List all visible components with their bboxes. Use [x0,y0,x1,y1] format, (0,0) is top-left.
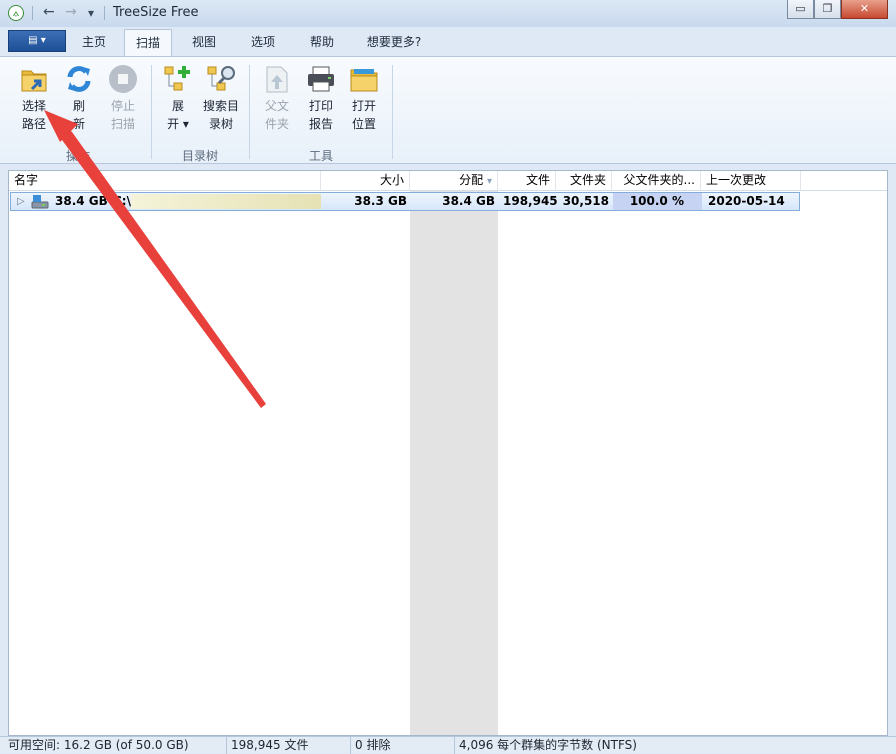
title-separator [32,6,33,20]
back-arrow-icon[interactable]: ← [43,4,55,20]
sort-descending-icon: ▾ [486,176,492,187]
title-bar: ⟑ ← → ▾ TreeSize Free ▭ ❐ ✕ [0,0,896,27]
file-menu-button[interactable]: ▤ ▾ [8,30,66,52]
refresh-label-2: 新 [72,117,85,131]
open-location-label-2: 位置 [351,117,376,131]
stop-scan-label-1: 停止 [110,99,135,113]
search-tree-label-2: 录树 [208,117,233,131]
quick-access-menu-icon[interactable]: ▾ [88,6,94,20]
header-divider [9,190,887,191]
row-drive-name: C:\ [113,194,131,208]
column-header-files[interactable]: 文件 [498,171,556,190]
size-cell: 38.3 GB [354,194,407,208]
stop-scan-label-2: 扫描 [110,117,135,131]
size-percent-bar [131,194,321,209]
drive-icon [31,194,49,214]
status-free-space: 可用空间: 16.2 GB (of 50.0 GB) [8,738,189,752]
open-location-button[interactable]: 打开 位置 [343,63,385,133]
parent-folder-icon [261,63,293,95]
restore-button[interactable]: ❐ [814,0,841,19]
expand-row-icon[interactable]: ▷ [17,193,25,210]
column-header-size[interactable]: 大小 [321,171,410,190]
allocated-cell: 38.4 GB [442,194,495,208]
folders-cell: 30,518 [562,194,609,208]
sorted-column-highlight [410,191,498,735]
select-path-button[interactable]: 选择 路径 [12,63,56,133]
directory-tree-list[interactable]: 名字 大小 分配 ▾ 文件 文件夹 父文件夹的... 上一次更改 ▷ 38.4 … [8,170,888,736]
open-folder-icon [348,63,380,95]
forward-arrow-icon[interactable]: → [65,4,77,20]
print-report-label-2: 报告 [308,117,333,131]
column-header-percent-parent[interactable]: 父文件夹的... [612,171,701,190]
expand-tree-icon [162,63,194,95]
window-title: TreeSize Free [113,5,199,20]
parent-folder-label-2: 件夹 [264,117,289,131]
printer-icon [305,63,337,95]
column-header-last-change[interactable]: 上一次更改 [701,171,801,190]
parent-folder-label-1: 父文 [264,99,289,113]
group-label-tree: 目录树 [182,149,219,163]
group-separator [151,65,152,159]
close-button[interactable]: ✕ [841,0,888,19]
table-row[interactable]: ▷ 38.4 GB C:\ 38.3 GB 38.4 GB 198,945 30… [10,192,800,211]
group-separator [392,65,393,159]
minimize-button[interactable]: ▭ [787,0,814,19]
parent-folder-button[interactable]: 父文 件夹 [256,63,298,133]
ribbon-tab-row: ▤ ▾ 主页 扫描 视图 选项 帮助 想要更多? [0,27,896,56]
row-size-label: 38.4 GB [55,194,108,208]
stop-icon [107,63,139,95]
status-excluded: 0 排除 [350,737,454,754]
expand-label-2: 开 ▾ [167,117,189,131]
tab-scan[interactable]: 扫描 [124,29,172,56]
search-tree-icon [205,63,237,95]
group-separator [249,65,250,159]
ribbon-panel: 选择 路径 刷 新 停止 扫描 操作 展 开 ▾ 搜索目 录树 目录树 父文 件… [0,56,896,164]
select-path-label-2: 路径 [21,117,46,131]
refresh-label-1: 刷 [72,99,85,113]
column-header-folders[interactable]: 文件夹 [556,171,612,190]
treesize-app-icon[interactable]: ⟑ [8,5,24,21]
percent-parent-cell: 100.0 % [613,193,702,210]
title-separator [104,6,105,20]
tab-options[interactable]: 选项 [239,29,287,56]
expand-button[interactable]: 展 开 ▾ [158,63,198,133]
search-tree-button[interactable]: 搜索目 录树 [199,63,243,133]
status-cluster-size: 4,096 每个群集的字节数 (NTFS) [454,737,754,754]
refresh-button[interactable]: 刷 新 [62,63,96,133]
column-header-allocated[interactable]: 分配 ▾ [410,171,498,190]
refresh-icon [63,63,95,95]
stop-scan-button[interactable]: 停止 扫描 [101,63,145,133]
print-report-label-1: 打印 [308,99,333,113]
tab-help[interactable]: 帮助 [298,29,346,56]
last-change-cell: 2020-05-14 [708,194,785,208]
open-location-label-1: 打开 [351,99,376,113]
tab-view[interactable]: 视图 [180,29,228,56]
column-header-allocated-label: 分配 [459,173,484,187]
tab-want-more[interactable]: 想要更多? [356,29,432,56]
tab-home[interactable]: 主页 [70,29,118,56]
search-tree-label-1: 搜索目 [202,99,239,113]
expand-label-1: 展 [171,99,184,113]
status-bar: 可用空间: 16.2 GB (of 50.0 GB) 198,945 文件 0 … [0,736,896,754]
status-files: 198,945 文件 [226,737,350,754]
select-path-label-1: 选择 [21,99,46,113]
folder-arrow-icon [18,63,50,95]
column-header-name[interactable]: 名字 [9,171,321,190]
name-cell: ▷ 38.4 GB C:\ [11,193,321,210]
files-cell: 198,945 [503,194,558,208]
print-report-button[interactable]: 打印 报告 [300,63,342,133]
group-label-actions: 操作 [66,149,91,163]
group-label-tools: 工具 [309,149,334,163]
